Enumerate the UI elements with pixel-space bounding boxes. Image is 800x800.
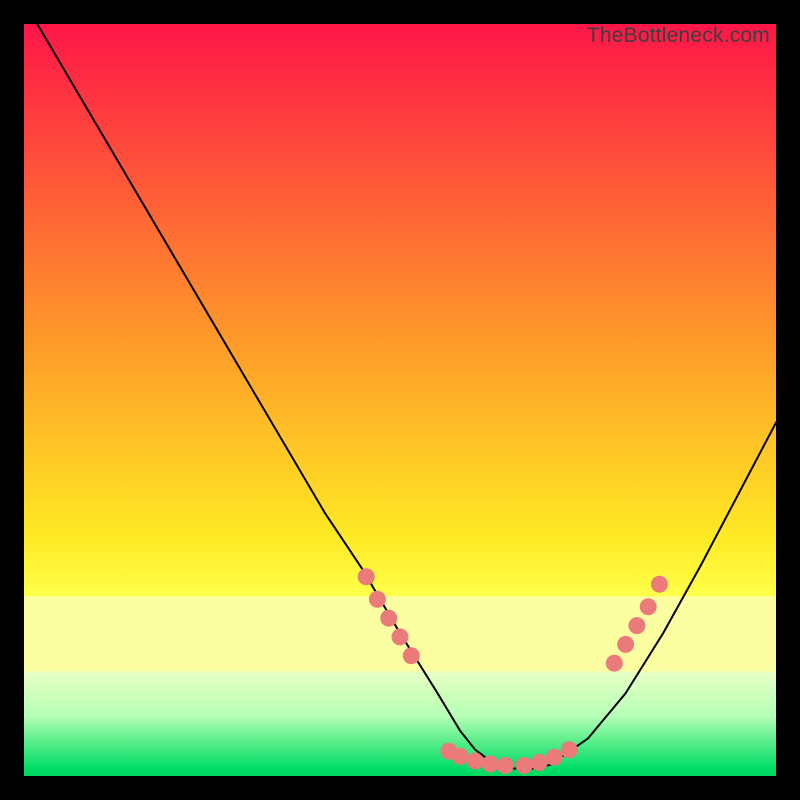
data-marker — [452, 748, 469, 765]
watermark-label: TheBottleneck.com — [587, 24, 770, 48]
data-marker — [561, 741, 578, 758]
data-marker — [640, 598, 657, 615]
data-marker — [546, 749, 563, 766]
data-marker — [403, 647, 420, 664]
data-marker — [369, 591, 386, 608]
data-marker — [531, 754, 548, 771]
bottleneck-curve — [24, 24, 776, 776]
data-marker — [497, 757, 514, 774]
data-marker — [358, 568, 375, 585]
data-marker — [380, 610, 397, 627]
data-marker — [606, 655, 623, 672]
data-marker — [516, 757, 533, 774]
data-marker — [617, 636, 634, 653]
data-marker — [392, 628, 409, 645]
data-marker — [651, 576, 668, 593]
data-marker — [467, 753, 484, 770]
data-marker — [628, 617, 645, 634]
data-marker — [482, 756, 499, 773]
chart-frame: TheBottleneck.com — [0, 0, 800, 800]
plot-area: TheBottleneck.com — [24, 24, 776, 776]
